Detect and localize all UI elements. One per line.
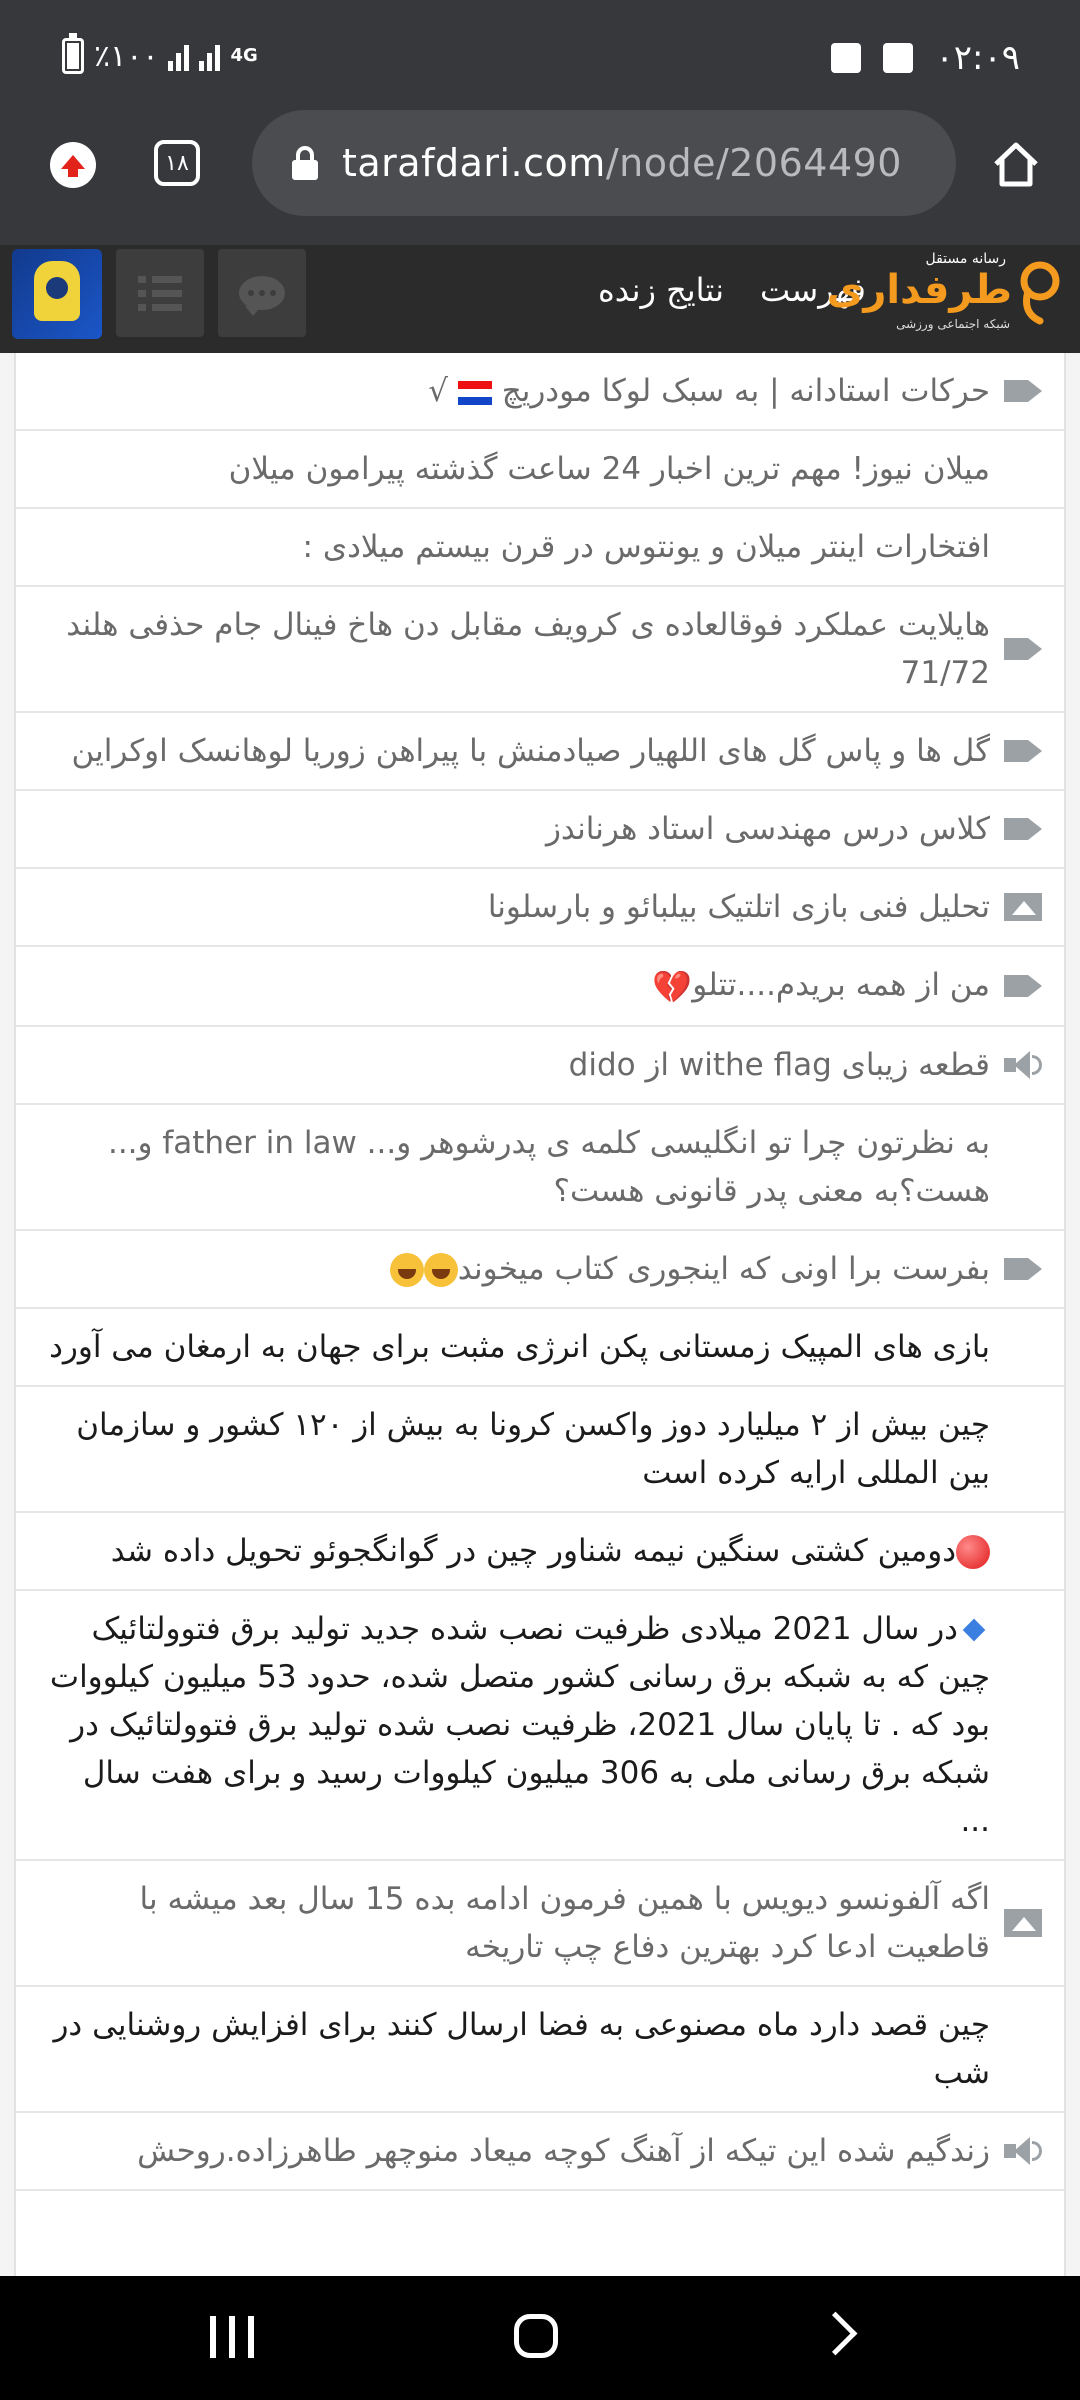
logo-name: طرفداری [826,267,1012,313]
list-item[interactable]: گل ها و پاس گل های اللهیار صیادمنش با پی… [16,713,1064,791]
post-title[interactable]: افتخارات اینتر میلان و یونتوس در قرن بیس… [44,523,990,571]
logo-mark-icon [1020,261,1060,325]
list-item[interactable]: افتخارات اینتر میلان و یونتوس در قرن بیس… [16,509,1064,587]
list-item[interactable]: بازی های المپیک زمستانی پکن انرژی مثبت ب… [16,1309,1064,1387]
post-title[interactable]: چین بیش از ۲ میلیارد دوز واکسن کرونا به … [44,1401,990,1497]
laughing-emoji-icon [423,1253,458,1287]
site-logo[interactable]: رسانه مستقل طرفداری شبکه اجتماعی ورزشی [827,247,1070,339]
video-icon [1004,815,1042,843]
post-title[interactable]: در سال 2021 میلادی ظرفیت نصب شده جدید تو… [44,1605,990,1845]
up-arrow-icon [61,155,85,177]
post-title[interactable]: کلاس درس مهندسی استاد هرناندز [44,805,990,853]
post-title[interactable]: بفرست برا اونی که اینجوری کتاب میخوند [44,1245,990,1293]
list-item[interactable]: هایلایت عملکرد فوقالعاده ی کرویف مقابل د… [16,587,1064,713]
video-icon [1004,377,1042,405]
chat-icon [239,276,285,316]
check-icon: √ [428,373,448,409]
avatar[interactable] [12,249,102,339]
list-item[interactable]: تحلیل فنی بازی اتلتیک بیلبائو و بارسلونا [16,869,1064,947]
video-icon [1004,1255,1042,1283]
list-item[interactable]: زندگیم شده این تیکه از آهنگ کوچه میعاد م… [16,2113,1064,2191]
list-item[interactable]: به نظرتون چرا تو انگلیسی کلمه ی پدرشوهر … [16,1105,1064,1231]
croatia-flag-icon [457,380,492,405]
post-title[interactable]: اگه آلفونسو دیویس با همین فرمون ادامه بد… [44,1875,990,1971]
back-button[interactable] [813,2311,858,2356]
browser-toolbar: ۱۸ tarafdari.com/node/2064490 [0,110,1080,245]
post-title[interactable]: بازی های المپیک زمستانی پکن انرژی مثبت ب… [44,1323,990,1371]
list-item[interactable]: میلان نیوز! مهم ترین اخبار 24 ساعت گذشته… [16,431,1064,509]
chat-button[interactable] [218,249,306,337]
post-title[interactable]: تحلیل فنی بازی اتلتیک بیلبائو و بارسلونا [44,883,990,931]
image-notification-icon [883,43,914,73]
url-path: /node/2064490 [605,141,902,185]
lock-icon [292,146,318,180]
list-item[interactable]: من از همه بریدم....تتلو💔 [16,947,1064,1027]
signal-icon [168,41,190,71]
url-host: tarafdari.com [342,141,606,185]
red-circle-icon [956,1535,990,1569]
recent-apps-button[interactable] [210,2316,254,2358]
post-title[interactable]: گل ها و پاس گل های اللهیار صیادمنش با پی… [44,727,990,775]
list-item[interactable]: چین قصد دارد ماه مصنوعی به فضا ارسال کنن… [16,1987,1064,2113]
status-bar: ٪۱۰۰ 4G ۰۲:۰۹ [0,0,1080,110]
battery-icon [62,33,84,74]
site-header: نتایج زنده فهرست رسانه مستقل طرفداری شبک… [0,245,1080,353]
speaker-icon [1004,1050,1042,1079]
blue-diamond-icon [962,1618,986,1642]
broken-heart-icon: 💔 [652,967,693,1006]
logo-tagline-bottom: شبکه اجتماعی ورزشی [896,317,1010,331]
post-title[interactable]: دومین کشتی سنگین نیمه شناور چین در گوانگ… [44,1527,990,1575]
post-title[interactable]: هایلایت عملکرد فوقالعاده ی کرویف مقابل د… [44,601,990,697]
list-item[interactable]: در سال 2021 میلادی ظرفیت نصب شده جدید تو… [16,1591,1064,1861]
address-bar[interactable]: tarafdari.com/node/2064490 [252,110,956,216]
battery-level: ٪۱۰۰ [94,38,159,74]
video-icon [1004,635,1042,663]
list-item[interactable]: حرکات استادانه | به سبک لوکا مودریچ √ [16,353,1064,431]
list-item[interactable]: دومین کشتی سنگین نیمه شناور چین در گوانگ… [16,1513,1064,1591]
tabs-button[interactable]: ۱۸ [154,140,200,186]
list-item[interactable]: کلاس درس مهندسی استاد هرناندز [16,791,1064,869]
post-title[interactable]: حرکات استادانه | به سبک لوکا مودریچ √ [44,367,990,415]
list-item[interactable]: قطعه زیبای withe flag از dido [16,1027,1064,1105]
nav-live-results[interactable]: نتایج زنده [598,271,724,309]
post-title[interactable]: به نظرتون چرا تو انگلیسی کلمه ی پدرشوهر … [44,1119,990,1215]
post-title[interactable]: میلان نیوز! مهم ترین اخبار 24 ساعت گذشته… [44,445,990,493]
video-icon [1004,972,1042,1000]
list-item[interactable]: چین بیش از ۲ میلیارد دوز واکسن کرونا به … [16,1387,1064,1513]
post-title[interactable]: زندگیم شده این تیکه از آهنگ کوچه میعاد م… [44,2127,990,2175]
logo-tagline-top: رسانه مستقل [925,251,1006,267]
list-item[interactable]: بفرست برا اونی که اینجوری کتاب میخوند [16,1231,1064,1309]
image-icon [1004,893,1042,921]
post-title[interactable]: قطعه زیبای withe flag از dido [44,1041,990,1089]
menu-button[interactable] [116,249,204,337]
signal-icon-2 [199,41,221,71]
home-nav-button[interactable] [514,2314,558,2358]
upload-button[interactable] [50,142,96,188]
url-text: tarafdari.com/node/2064490 [342,141,902,185]
post-title[interactable]: من از همه بریدم....تتلو💔 [44,961,990,1011]
post-title[interactable]: چین قصد دارد ماه مصنوعی به فضا ارسال کنن… [44,2001,990,2097]
home-icon[interactable] [990,138,1042,190]
system-nav-bar [0,2276,1080,2400]
checkbox-notification-icon [831,43,862,73]
video-icon [1004,737,1042,765]
post-list: حرکات استادانه | به سبک لوکا مودریچ √ میل… [14,353,1066,2276]
list-item[interactable]: اگه آلفونسو دیویس با همین فرمون ادامه بد… [16,1861,1064,1987]
laughing-emoji-icon [389,1253,424,1287]
network-type: 4G [230,45,258,66]
image-icon [1004,1908,1042,1937]
list-icon [138,275,182,311]
speaker-icon [1004,2136,1042,2165]
tab-count: ۱۸ [165,150,189,176]
clock: ۰۲:۰۹ [935,38,1020,78]
